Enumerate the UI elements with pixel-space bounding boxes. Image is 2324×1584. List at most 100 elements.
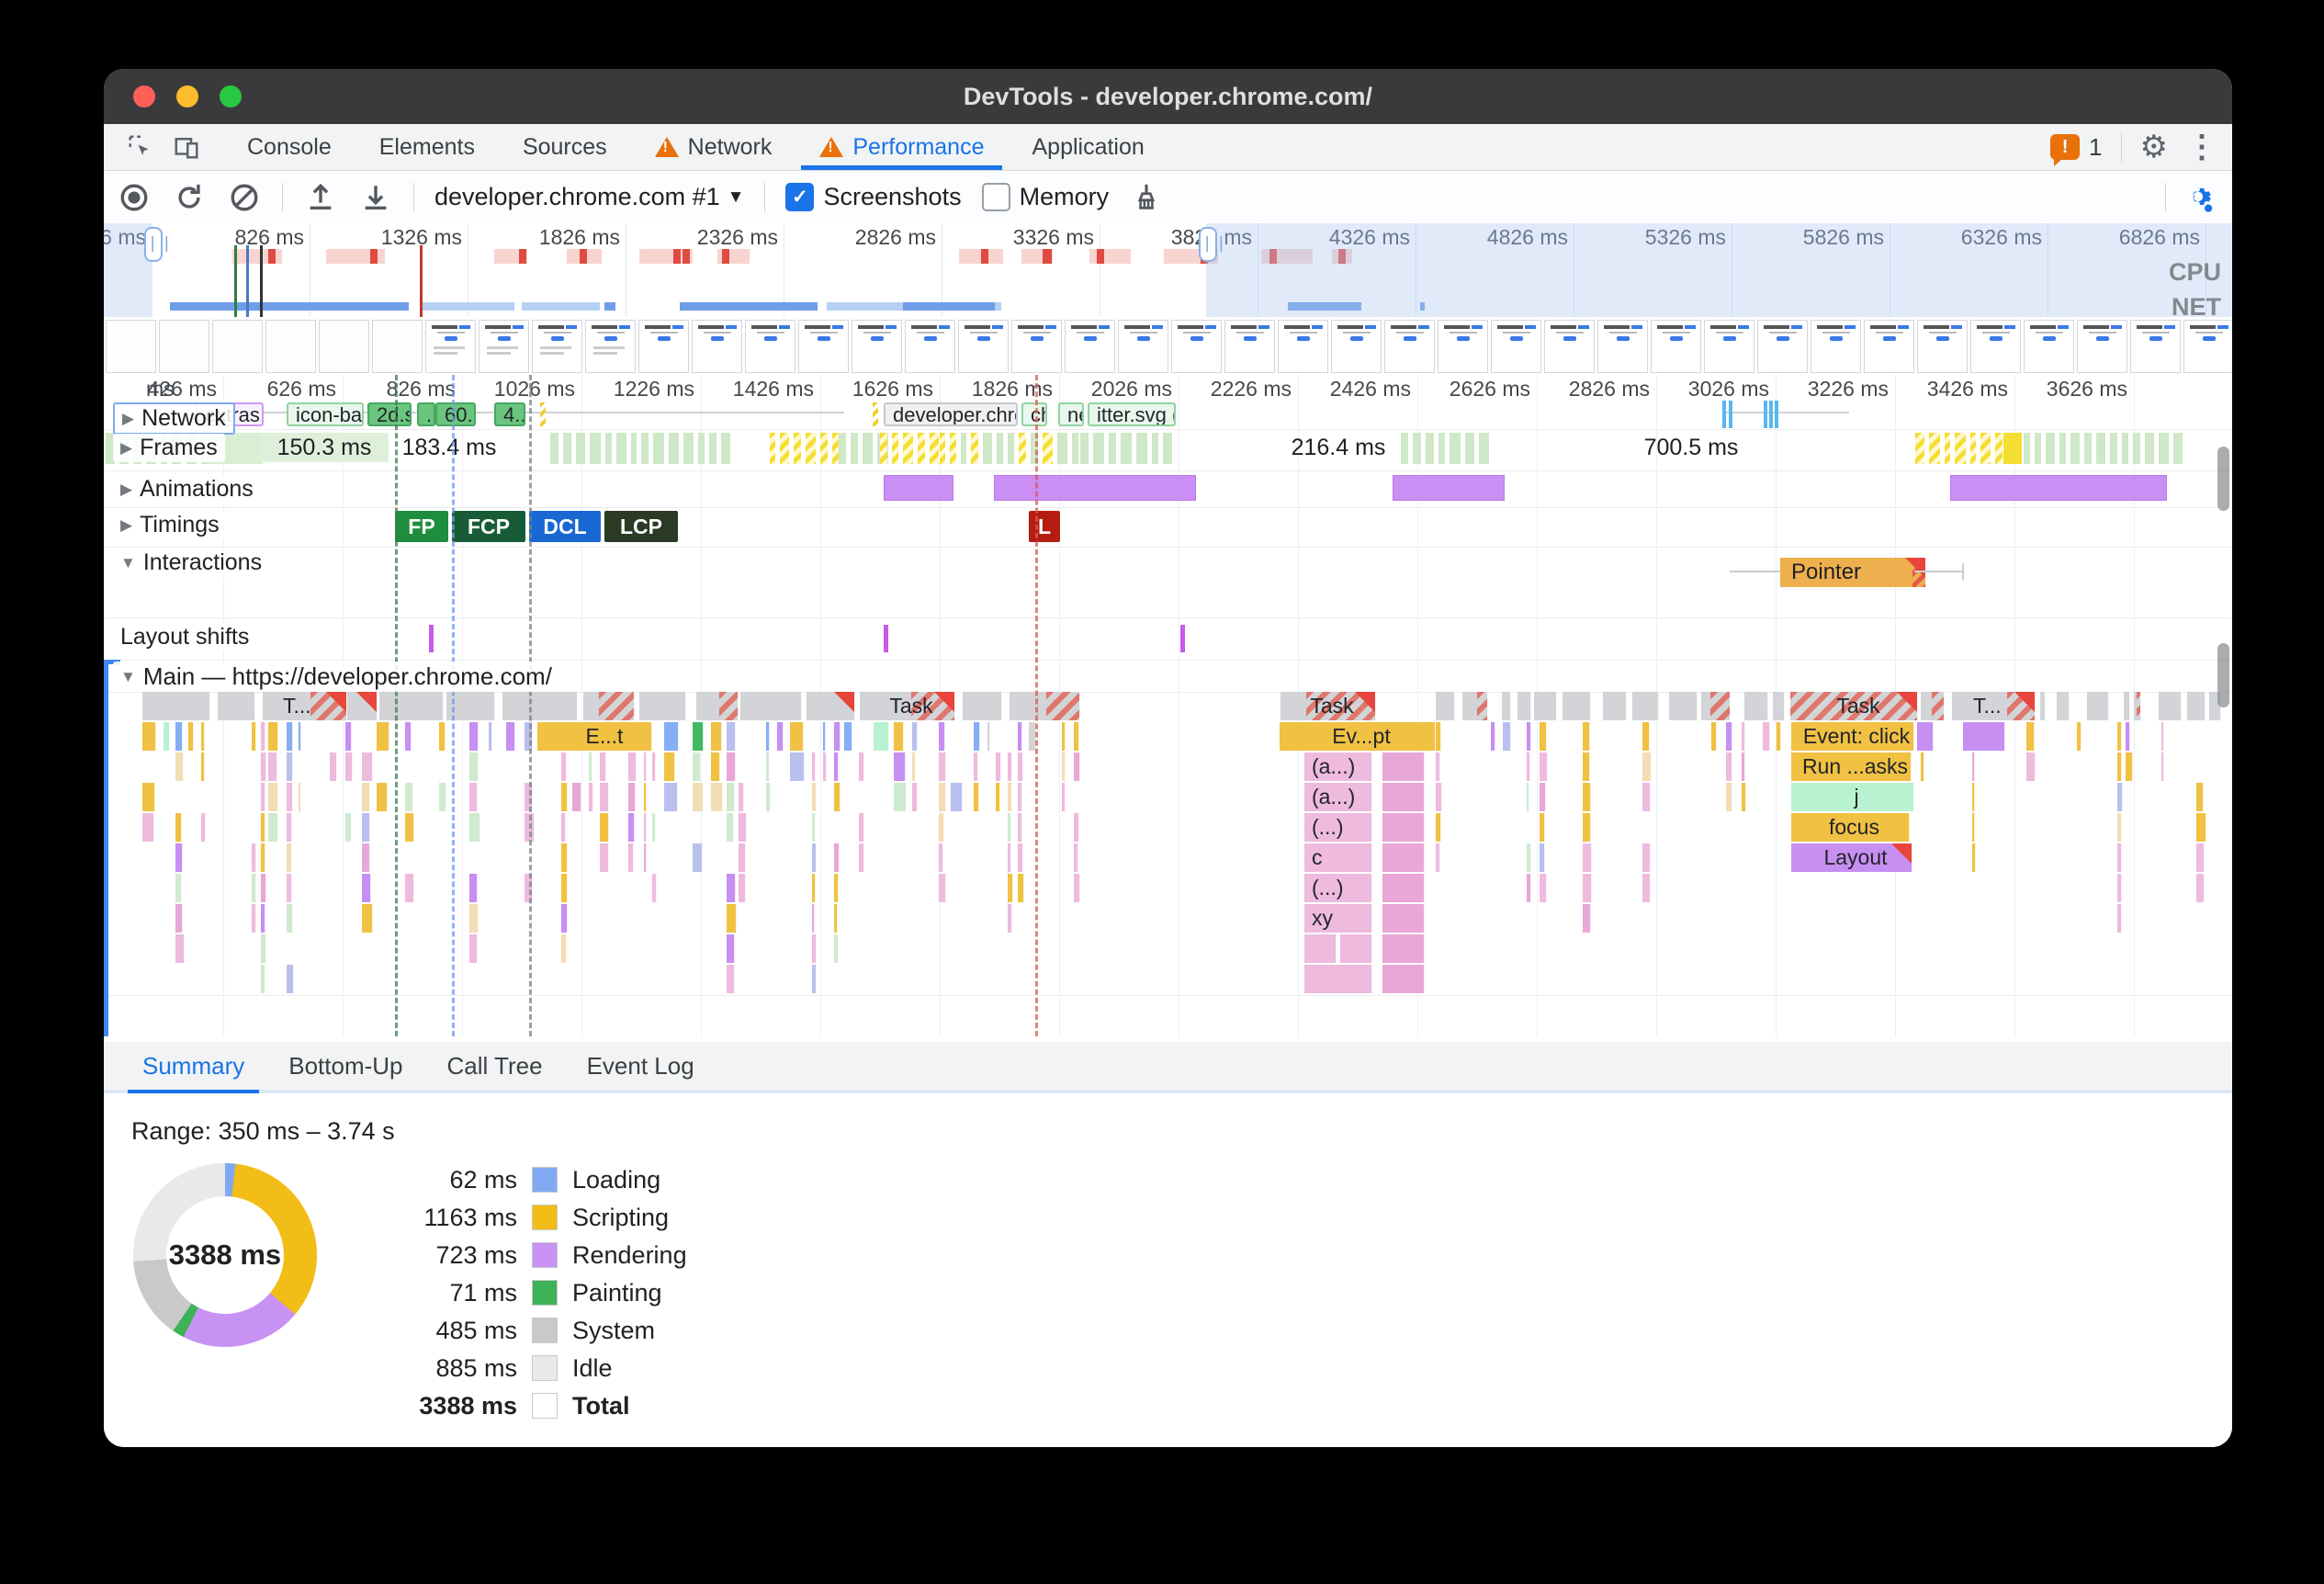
flame-task-bar[interactable]: [2087, 692, 2109, 720]
flame-task-bar[interactable]: [962, 692, 1002, 720]
frame-bar[interactable]: [971, 433, 978, 464]
flame-event-bar[interactable]: [2116, 813, 2122, 842]
flame-task-bar[interactable]: [1010, 692, 1080, 720]
flame-task-bar[interactable]: [2159, 692, 2183, 720]
screenshot-thumbnail[interactable]: [1438, 320, 1488, 373]
frame-bar[interactable]: [641, 433, 649, 464]
flame-event-bar[interactable]: [726, 783, 735, 811]
frame-bar[interactable]: [1056, 433, 1067, 464]
frame-bar[interactable]: [709, 433, 716, 464]
timing-badge-dcl[interactable]: DCL: [529, 511, 601, 542]
network-request[interactable]: 60.p..: [435, 402, 476, 426]
frame-bar[interactable]: [2034, 433, 2041, 464]
flame-task-bar[interactable]: [2186, 692, 2206, 720]
flame-task-bar[interactable]: [1436, 692, 1455, 720]
flame-event-bar[interactable]: [142, 722, 157, 751]
screenshot-thumbnail[interactable]: [106, 320, 156, 373]
settings-gear-icon[interactable]: ⚙: [2140, 131, 2168, 163]
frame-bar[interactable]: [1969, 433, 1977, 464]
frame-bar[interactable]: [589, 433, 601, 464]
layout-shift-tick[interactable]: [429, 625, 434, 652]
flame-event-bar[interactable]: [726, 934, 736, 963]
screenshot-thumbnail[interactable]: [1970, 320, 2021, 373]
screenshot-thumbnail[interactable]: [1224, 320, 1275, 373]
network-request[interactable]: icon-ba...: [287, 402, 364, 426]
flame-event-bar[interactable]: [1642, 752, 1652, 781]
flame-event-bar[interactable]: [1540, 813, 1546, 842]
timing-badge-fcp[interactable]: FCP: [452, 511, 525, 542]
frame-bar[interactable]: [630, 433, 637, 464]
flame-event-bar[interactable]: [2160, 752, 2164, 781]
flame-event-bar[interactable]: [693, 722, 704, 751]
network-request[interactable]: 4...: [494, 402, 525, 426]
flame-event-bar[interactable]: [1382, 965, 1425, 993]
screenshot-thumbnail[interactable]: [1384, 320, 1435, 373]
flame-event-bar[interactable]: [405, 813, 414, 842]
frame-bar[interactable]: [668, 433, 679, 464]
screenshot-thumbnail[interactable]: [692, 320, 742, 373]
flame-event-bar[interactable]: [812, 874, 816, 902]
flame-task-bar[interactable]: [142, 692, 211, 720]
frame-bar[interactable]: [1042, 433, 1053, 464]
screenshot-thumbnail[interactable]: [1757, 320, 1808, 373]
screenshot-thumbnail[interactable]: [852, 320, 902, 373]
flame-event-bar[interactable]: [843, 722, 852, 751]
flame-event-bar[interactable]: [329, 752, 337, 781]
flame-event-bar[interactable]: [2026, 722, 2035, 751]
flame-event-bar[interactable]: [995, 783, 1001, 811]
flame-event-bar[interactable]: [1921, 752, 1924, 781]
error-badge[interactable]: ! 1: [2050, 133, 2103, 166]
flame-event-bar[interactable]: [376, 783, 389, 811]
flame-event-bar[interactable]: [893, 752, 906, 781]
details-tab-event-log[interactable]: Event Log: [581, 1042, 700, 1090]
interaction-pointer-badge[interactable]: Pointer: [1780, 558, 1925, 587]
screenshot-thumbnail[interactable]: [958, 320, 1009, 373]
flame-event-bar[interactable]: [260, 874, 266, 902]
flame-task-bar[interactable]: [1700, 692, 1731, 720]
flame-task-bar[interactable]: [583, 692, 635, 720]
screenshot-thumbnail[interactable]: [1917, 320, 1968, 373]
frame-bar[interactable]: [2024, 433, 2030, 464]
flame-event-bar[interactable]: [911, 722, 918, 751]
flame-event-bar[interactable]: [2116, 783, 2124, 811]
track-label-frames[interactable]: ▶ Frames: [113, 434, 225, 462]
flame-event-bar[interactable]: [1008, 752, 1013, 781]
flame-event-bar[interactable]: [1540, 752, 1548, 781]
frame-bar[interactable]: [720, 433, 730, 464]
details-tab-bottom-up[interactable]: Bottom-Up: [283, 1042, 408, 1090]
track-label-animations[interactable]: ▶ Animations: [113, 475, 261, 503]
timeline-tracks[interactable]: 426 ms 626 ms 826 ms 1026 ms 1226 ms 1426 ms 1…: [104, 375, 2232, 1036]
frame-bar[interactable]: [2132, 433, 2140, 464]
flame-event-bar[interactable]: [361, 783, 371, 811]
flame-event-bar[interactable]: [823, 722, 827, 751]
flame-event-bar[interactable]: [726, 813, 734, 842]
flame-event-bar[interactable]: [201, 813, 207, 842]
flame-event-bar[interactable]: [711, 783, 723, 811]
flame-event-bar[interactable]: [1503, 722, 1512, 751]
flame-task-bar[interactable]: [807, 692, 855, 720]
flame-event-bar[interactable]: [468, 783, 478, 811]
flame-event-bar[interactable]: [361, 813, 370, 842]
screenshot-thumbnail[interactable]: [1118, 320, 1168, 373]
flame-event-bar[interactable]: [893, 783, 907, 811]
flame-event-bar[interactable]: [376, 722, 389, 751]
flame-event-bar[interactable]: [1073, 874, 1081, 902]
flame-event-bar[interactable]: [663, 722, 679, 751]
flame-event-bar[interactable]: [438, 783, 446, 811]
frame-bar[interactable]: [1994, 433, 2003, 464]
frame-bar[interactable]: [1018, 433, 1026, 464]
screenshot-thumbnail[interactable]: [372, 320, 423, 373]
flame-event-bar[interactable]: [468, 904, 479, 933]
frame-bar[interactable]: [2045, 433, 2055, 464]
flame-event-bar[interactable]: [344, 722, 352, 751]
flame-event-bar[interactable]: [1963, 722, 2005, 751]
flame-event-bar[interactable]: [790, 722, 804, 751]
flame-task-bar[interactable]: [1603, 692, 1628, 720]
flame-event-bar[interactable]: [1017, 752, 1024, 781]
frame-bar[interactable]: [1412, 433, 1422, 464]
frame-bar[interactable]: [576, 433, 585, 464]
screenshot-thumbnail[interactable]: [2183, 320, 2232, 373]
track-label-network[interactable]: ▶ Network: [113, 402, 235, 435]
frame-bar[interactable]: [2084, 433, 2092, 464]
flame-event-bar[interactable]: [1382, 874, 1425, 902]
